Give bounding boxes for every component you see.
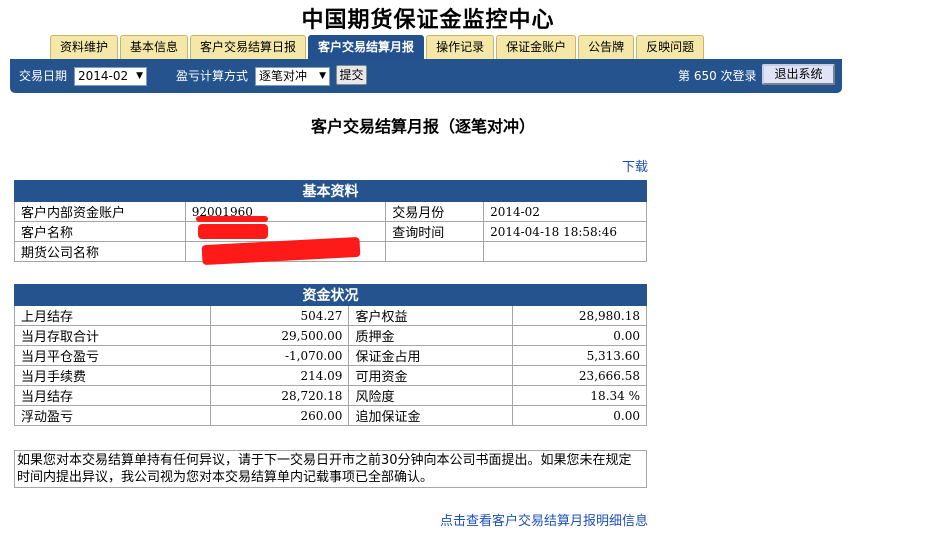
- tab-feedback[interactable]: 反映问题: [636, 35, 705, 59]
- tab-operation-log[interactable]: 操作记录: [426, 35, 495, 59]
- table-row: 客户内部资金账户 92001960 交易月份 2014-02: [14, 201, 647, 222]
- pledge-label: 质押金: [348, 325, 514, 346]
- table-row: 当月存取合计 29,500.00 质押金 0.00: [14, 325, 647, 346]
- margin-used-value: 5,313.60: [512, 345, 647, 366]
- basic-info-header: 基本资料: [14, 180, 647, 202]
- commission-label: 当月手续费: [14, 365, 211, 386]
- trade-date-label: 交易日期: [19, 69, 68, 83]
- empty-value: [483, 241, 647, 262]
- pnl-method-value: 逐笔对冲: [259, 69, 308, 83]
- login-count: 第 650 次登录: [678, 69, 757, 83]
- margin-call-value: 0.00: [512, 405, 647, 426]
- broker-name-label: 期货公司名称: [14, 241, 186, 262]
- query-time-label: 查询时间: [385, 221, 485, 242]
- tab-bulletin-board[interactable]: 公告牌: [578, 35, 635, 59]
- tab-profile-maintenance[interactable]: 资料维护: [50, 35, 119, 59]
- floating-pnl-value: 260.00: [209, 405, 350, 426]
- prev-balance-label: 上月结存: [14, 305, 211, 326]
- site-title: 中国期货保证金监控中心: [301, 7, 555, 33]
- floating-pnl-label: 浮动盈亏: [14, 405, 211, 426]
- pnl-method-select[interactable]: 逐笔对冲 ▼: [255, 67, 330, 86]
- trade-date-select[interactable]: 2014-02 ▼: [74, 67, 147, 86]
- commission-value: 214.09: [209, 365, 350, 386]
- month-balance-label: 当月结存: [14, 385, 211, 406]
- pnl-method-label: 盈亏计算方式: [176, 69, 249, 83]
- report-title: 客户交易结算月报（逐笔对冲）: [310, 117, 535, 136]
- chevron-down-icon: ▼: [319, 71, 326, 81]
- trade-month-label: 交易月份: [385, 201, 485, 222]
- redaction-mark: [196, 216, 268, 222]
- risk-value: 18.34 %: [512, 385, 647, 406]
- margin-call-label: 追加保证金: [348, 405, 514, 426]
- main-tabs: 资料维护 基本信息 客户交易结算日报 客户交易结算月报 操作记录 保证金账户 公…: [50, 35, 706, 59]
- download-link[interactable]: 下载: [622, 156, 648, 175]
- funds-header: 资金状况: [14, 284, 647, 306]
- tab-margin-account[interactable]: 保证金账户: [496, 35, 577, 59]
- toolbar: 交易日期 2014-02 ▼ 盈亏计算方式 逐笔对冲 ▼ 提交 第 650 次登…: [10, 59, 842, 93]
- tab-daily-statement[interactable]: 客户交易结算日报: [190, 35, 307, 59]
- deposit-withdraw-label: 当月存取合计: [14, 325, 211, 346]
- table-row: 上月结存 504.27 客户权益 28,980.18: [14, 305, 647, 326]
- redaction-mark: [198, 224, 268, 239]
- logout-button[interactable]: 退出系统: [762, 64, 835, 85]
- submit-button[interactable]: 提交: [336, 65, 367, 85]
- table-row: 当月平仓盈亏 -1,070.00 保证金占用 5,313.60: [14, 345, 647, 366]
- equity-label: 客户权益: [348, 305, 514, 326]
- month-balance-value: 28,720.18: [209, 385, 350, 406]
- disclaimer-notice: 如果您对本交易结算单持有任何异议，请于下一交易日开市之前30分钟向本公司书面提出…: [14, 450, 647, 488]
- available-funds-label: 可用资金: [348, 365, 514, 386]
- equity-value: 28,980.18: [512, 305, 647, 326]
- prev-balance-value: 504.27: [209, 305, 350, 326]
- empty-label: [385, 241, 485, 262]
- funds-table: 资金状况 上月结存 504.27 客户权益 28,980.18 当月存取合计 2…: [14, 284, 647, 426]
- table-row: 当月结存 28,720.18 风险度 18.34 %: [14, 385, 647, 406]
- trade-month-value: 2014-02: [483, 201, 647, 222]
- pledge-value: 0.00: [512, 325, 647, 346]
- closed-pnl-value: -1,070.00: [209, 345, 350, 366]
- chevron-down-icon: ▼: [136, 71, 143, 81]
- table-row: 当月手续费 214.09 可用资金 23,666.58: [14, 365, 647, 386]
- table-row: 浮动盈亏 260.00 追加保证金 0.00: [14, 405, 647, 426]
- available-funds-value: 23,666.58: [512, 365, 647, 386]
- tab-monthly-statement[interactable]: 客户交易结算月报: [308, 35, 425, 59]
- margin-used-label: 保证金占用: [348, 345, 514, 366]
- query-time-value: 2014-04-18 18:58:46: [483, 221, 647, 242]
- view-details-link[interactable]: 点击查看客户交易结算月报明细信息: [440, 510, 648, 529]
- trade-date-value: 2014-02: [78, 69, 129, 83]
- tab-basic-info[interactable]: 基本信息: [120, 35, 189, 59]
- customer-name-label: 客户名称: [14, 221, 186, 242]
- closed-pnl-label: 当月平仓盈亏: [14, 345, 211, 366]
- account-label: 客户内部资金账户: [14, 201, 186, 222]
- deposit-withdraw-value: 29,500.00: [209, 325, 350, 346]
- risk-label: 风险度: [348, 385, 514, 406]
